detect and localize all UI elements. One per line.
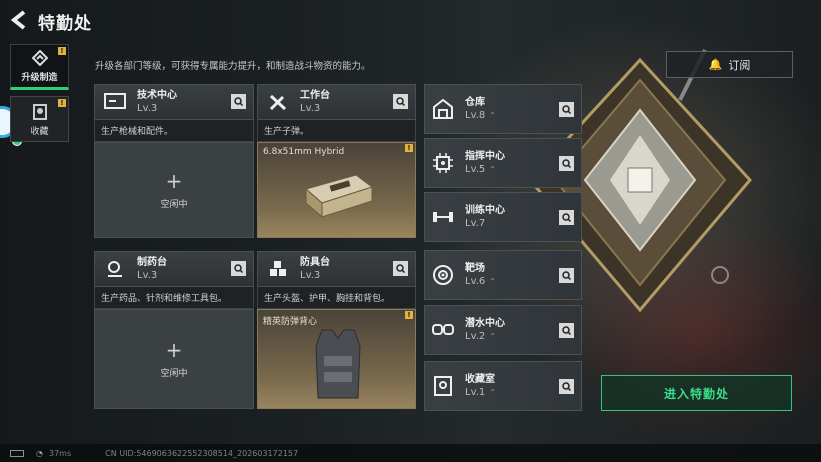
room-name: 靶场	[465, 263, 485, 274]
room-level: Lv.5	[465, 164, 486, 175]
armor-blocks-icon	[264, 255, 292, 283]
search-icon[interactable]	[231, 261, 246, 276]
notice-badge: !	[58, 99, 66, 107]
uid-text: CN UID:5469063622552308514_202603172157	[105, 448, 299, 458]
upgrade-chevron-icon: ⌃	[489, 277, 496, 286]
room-collection-room[interactable]: 收藏室 Lv.1 ⌃	[424, 361, 582, 411]
workbench-level: Lv.3	[137, 103, 158, 114]
workbench-name: 工作台	[300, 90, 330, 101]
room-command-center[interactable]: 指挥中心 Lv.5 ⌃	[424, 138, 582, 188]
workbench-desc: 生产枪械和配件。	[94, 120, 254, 142]
subscribe-label: 订阅	[728, 58, 751, 72]
search-icon[interactable]	[559, 323, 574, 338]
room-training-center[interactable]: 训练中心 Lv.7	[424, 192, 582, 242]
back-arrow-icon[interactable]	[8, 9, 30, 31]
idle-slot[interactable]: + 空闲中	[94, 142, 254, 238]
tab-upgrade-craft[interactable]: 升级制造 !	[10, 44, 69, 90]
upgrade-chevron-icon: ⌃	[489, 388, 496, 397]
room-name: 指挥中心	[465, 151, 505, 162]
notice-badge: !	[405, 144, 413, 152]
notice-badge: !	[58, 47, 66, 55]
tab-label: 收藏	[30, 127, 49, 137]
tab-label: 升级制造	[21, 73, 58, 83]
wifi-icon: ◔	[36, 448, 43, 458]
production-slot[interactable]: 精英防弹背心 !	[257, 309, 416, 409]
idle-slot[interactable]: + 空闲中	[94, 309, 254, 409]
plus-icon: +	[165, 337, 183, 362]
room-level: Lv.1	[465, 387, 486, 398]
battery-icon	[10, 449, 24, 457]
page-title: 特勤处	[38, 14, 92, 34]
search-icon[interactable]	[559, 156, 574, 171]
workbench-level: Lv.3	[300, 103, 321, 114]
collection-icon	[32, 104, 47, 120]
goggles-icon	[429, 316, 457, 344]
workbench-desc: 生产药品、针剂和维修工具包。	[94, 287, 254, 309]
room-level: Lv.6	[465, 276, 486, 287]
search-icon[interactable]	[393, 261, 408, 276]
vest-icon	[315, 329, 361, 399]
room-warehouse[interactable]: 仓库 Lv.8 ⌃	[424, 84, 582, 134]
enter-special-ops-button[interactable]: 进入特勤处	[601, 375, 792, 411]
workbench-level: Lv.3	[137, 270, 158, 281]
plus-icon: +	[165, 168, 183, 193]
dumbbell-icon	[429, 203, 457, 231]
ping-value: 37ms	[48, 448, 72, 458]
workbench-armor[interactable]: 防具台 Lv.3 生产头盔、护甲、胸挂和背包。 精英防弹背心 !	[257, 251, 416, 409]
microscope-icon	[101, 255, 129, 283]
product-name: 6.8x51mm Hybrid	[263, 147, 345, 157]
search-icon[interactable]	[231, 94, 246, 109]
tab-collection[interactable]: 收藏 !	[10, 96, 69, 142]
ammo-box-icon	[304, 174, 374, 219]
upgrade-icon	[31, 50, 48, 66]
bell-icon: 🔔	[708, 58, 723, 71]
room-name: 收藏室	[465, 374, 495, 385]
workbench-pharmacy[interactable]: 制药台 Lv.3 生产药品、针剂和维修工具包。 + 空闲中	[94, 251, 254, 409]
room-level: Lv.7	[465, 218, 486, 229]
upgrade-chevron-icon: ⌃	[489, 165, 496, 174]
room-level: Lv.8	[465, 110, 486, 121]
workbench-name: 技术中心	[137, 90, 177, 101]
search-icon[interactable]	[393, 94, 408, 109]
workbench-name: 防具台	[300, 257, 330, 268]
warehouse-icon	[429, 95, 457, 123]
search-icon[interactable]	[559, 210, 574, 225]
idle-label: 空闲中	[160, 199, 188, 210]
notice-badge: !	[405, 311, 413, 319]
terminal-icon	[101, 88, 129, 116]
tools-icon	[264, 88, 292, 116]
room-name: 仓库	[465, 97, 485, 108]
page-subtitle: 升级各部门等级，可获得专属能力提升，和制造战斗物资的能力。	[95, 61, 371, 72]
upgrade-chevron-icon: ⌃	[489, 111, 496, 120]
search-icon[interactable]	[559, 268, 574, 283]
room-level: Lv.2	[465, 331, 486, 342]
production-slot[interactable]: 6.8x51mm Hybrid !	[257, 142, 416, 238]
target-icon	[429, 261, 457, 289]
room-diving-center[interactable]: 潜水中心 Lv.2 ⌃	[424, 305, 582, 355]
idle-label: 空闲中	[160, 368, 188, 379]
workbench-level: Lv.3	[300, 270, 321, 281]
workbench-desc: 生产子弹。	[257, 120, 416, 142]
room-name: 训练中心	[465, 205, 505, 216]
product-name: 精英防弹背心	[263, 317, 318, 327]
chip-icon	[429, 149, 457, 177]
trophy-icon	[429, 372, 457, 400]
workbench-name: 制药台	[137, 257, 167, 268]
room-shooting-range[interactable]: 靶场 Lv.6 ⌃	[424, 250, 582, 300]
workbench-desc: 生产头盔、护甲、胸挂和背包。	[257, 287, 416, 309]
search-icon[interactable]	[559, 102, 574, 117]
upgrade-chevron-icon: ⌃	[489, 332, 496, 341]
search-icon[interactable]	[559, 379, 574, 394]
subscribe-button[interactable]: 🔔 订阅	[666, 51, 793, 78]
workbench-workstation[interactable]: 工作台 Lv.3 生产子弹。 6.8x51mm Hybrid !	[257, 84, 416, 238]
workbench-tech-center[interactable]: 技术中心 Lv.3 生产枪械和配件。 + 空闲中	[94, 84, 254, 238]
room-name: 潜水中心	[465, 318, 505, 329]
status-footer: ◔ 37ms CN UID:5469063622552308514_202603…	[0, 444, 821, 462]
